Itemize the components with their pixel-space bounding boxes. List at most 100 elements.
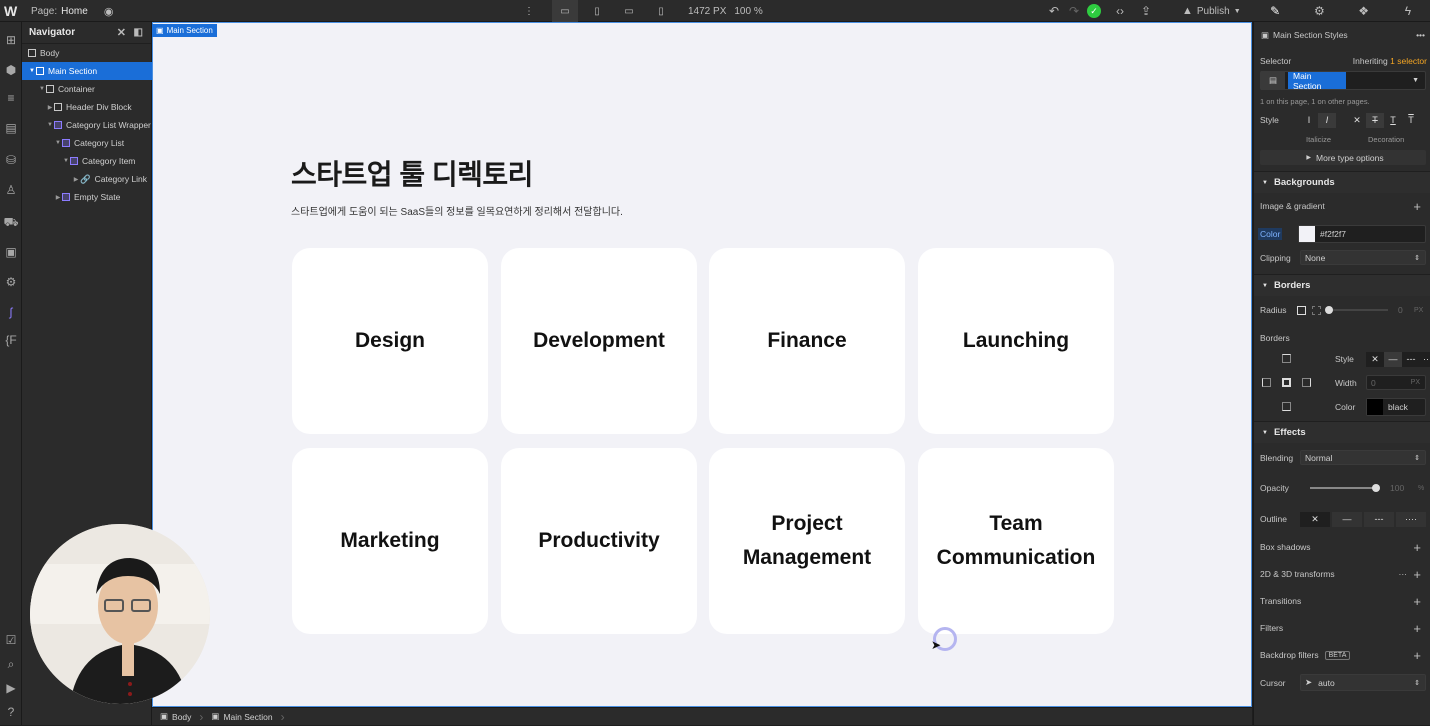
radius-slider-handle[interactable]	[1325, 306, 1333, 314]
category-card-launching[interactable]: Launching	[918, 248, 1114, 434]
caret-icon[interactable]: ▶	[54, 194, 62, 201]
brush-icon[interactable]: ✎	[1265, 2, 1285, 20]
opacity-value[interactable]: 100	[1390, 483, 1404, 493]
inheriting-info[interactable]: Inheriting 1 selector	[1353, 56, 1427, 66]
caret-icon[interactable]: ▶	[72, 176, 80, 183]
category-card-finance[interactable]: Finance	[709, 248, 905, 434]
caret-icon[interactable]: ▶	[46, 104, 54, 111]
more-icon[interactable]: ···	[1399, 569, 1408, 579]
opacity-slider-handle[interactable]	[1372, 484, 1380, 492]
selector-field[interactable]: ▤ Main Section ▼	[1260, 71, 1426, 91]
nav-item-category-link[interactable]: ▶ 🔗 Category Link	[22, 170, 152, 188]
border-dashed-icon[interactable]: ---	[1402, 352, 1420, 367]
color-swatch[interactable]	[1299, 226, 1315, 242]
users-icon[interactable]: ♙	[3, 182, 19, 198]
add-icon[interactable]: +	[1413, 648, 1421, 663]
bg-color-label[interactable]: Color	[1258, 228, 1283, 240]
webflow-logo[interactable]: W	[4, 0, 20, 22]
add-icon[interactable]: +	[1413, 594, 1421, 609]
add-icon[interactable]: +	[1413, 567, 1421, 582]
outline-dashed-icon[interactable]: ---	[1364, 511, 1394, 527]
caret-icon[interactable]: ▼	[62, 158, 70, 164]
breadcrumb-item-main-section[interactable]: ▣ Main Section	[203, 708, 280, 726]
nav-item-category-list[interactable]: ▼ Category List	[22, 134, 152, 152]
radius-slider[interactable]	[1326, 309, 1388, 311]
borders-section-header[interactable]: ▼ Borders	[1254, 274, 1430, 296]
more-type-options-button[interactable]: ▶ More type options	[1260, 150, 1426, 165]
underline-icon[interactable]: T	[1384, 113, 1402, 128]
undo-icon[interactable]: ↶	[1044, 2, 1064, 20]
chevron-down-icon[interactable]: ▼	[1412, 77, 1419, 84]
redo-icon[interactable]: ↷	[1064, 2, 1084, 20]
add-icon[interactable]: +	[1413, 199, 1421, 214]
publish-button[interactable]: ▲ Publish ▼	[1182, 0, 1241, 22]
selector-type-icon[interactable]: ▤	[1261, 71, 1285, 90]
border-solid-icon[interactable]: —	[1384, 351, 1402, 367]
overline-icon[interactable]: T	[1402, 113, 1420, 128]
italic-on-icon[interactable]: I	[1318, 112, 1336, 128]
gear-icon[interactable]: ⚙	[1309, 2, 1329, 20]
audit-icon[interactable]: ☑	[3, 632, 19, 648]
nav-item-header-div[interactable]: ▶ Header Div Block	[22, 98, 152, 116]
nav-item-container[interactable]: ▼ Container	[22, 80, 152, 98]
assets-icon[interactable]: ▣	[3, 244, 19, 260]
strikethrough-icon[interactable]: T	[1366, 112, 1384, 128]
more-vertical-icon[interactable]: ⋮	[524, 0, 534, 22]
navigator-icon[interactable]: ≡	[3, 90, 19, 106]
nav-item-category-list-wrapper[interactable]: ▼ Category List Wrapper	[22, 116, 152, 134]
category-card-marketing[interactable]: Marketing	[292, 448, 488, 634]
design-canvas[interactable]: 스타트업 툴 디렉토리 스타트업에게 도움이 되는 SaaS들의 정보를 일목요…	[152, 22, 1252, 707]
category-card-development[interactable]: Development	[501, 248, 697, 434]
code-icon[interactable]: ‹›	[1110, 2, 1130, 20]
add-icon[interactable]: +	[1413, 621, 1421, 636]
caret-icon[interactable]: ▼	[46, 122, 54, 128]
dock-icon[interactable]: ◧	[134, 27, 143, 38]
breadcrumb-item-body[interactable]: ▣ Body	[152, 708, 199, 726]
help-icon[interactable]: ?	[3, 704, 19, 720]
tablet-breakpoint-icon[interactable]: ▯	[584, 0, 610, 22]
outline-none-icon[interactable]: ✕	[1300, 511, 1330, 527]
outline-solid-icon[interactable]: —	[1332, 511, 1362, 527]
export-icon[interactable]: ⇪	[1136, 2, 1156, 20]
border-color-field[interactable]: black	[1366, 398, 1426, 416]
interactions-icon[interactable]: ❖	[1354, 2, 1374, 20]
settings-icon[interactable]: ⚙	[3, 274, 19, 290]
caret-icon[interactable]: ▼	[54, 140, 62, 146]
clipping-select[interactable]: None ⇕	[1300, 250, 1426, 265]
mobile-landscape-icon[interactable]: ▭	[616, 0, 642, 22]
decoration-none-icon[interactable]: ✕	[1348, 113, 1366, 128]
desktop-breakpoint-icon[interactable]: ▭	[552, 0, 578, 22]
search-icon[interactable]: ⌕	[3, 656, 19, 672]
blending-select[interactable]: Normal ⇕	[1300, 450, 1426, 465]
radius-unit[interactable]: PX	[1414, 307, 1423, 314]
check-status-icon[interactable]: ✓	[1084, 2, 1104, 20]
logic-icon[interactable]: ʃ	[3, 304, 19, 320]
border-none-icon[interactable]: ✕	[1366, 352, 1384, 367]
add-icon[interactable]: +	[1413, 540, 1421, 555]
radius-individual-icon[interactable]	[1312, 305, 1321, 315]
nav-item-category-item[interactable]: ▼ Category Item	[22, 152, 152, 170]
add-icon[interactable]: ⊞	[3, 32, 19, 48]
category-card-productivity[interactable]: Productivity	[501, 448, 697, 634]
nav-item-main-section[interactable]: ▼ Main Section	[22, 62, 152, 80]
effects-section-header[interactable]: ▼ Effects	[1254, 421, 1430, 443]
selector-chip[interactable]: Main Section	[1288, 71, 1346, 91]
radius-all-icon[interactable]	[1297, 305, 1306, 315]
page-selector[interactable]: Page: Home ◉	[31, 0, 113, 22]
outline-dotted-icon[interactable]: ····	[1396, 511, 1426, 527]
category-card-project-management[interactable]: Project Management	[709, 448, 905, 634]
eye-icon[interactable]: ◉	[104, 5, 114, 18]
category-card-design[interactable]: Design	[292, 248, 488, 434]
mobile-portrait-icon[interactable]: ▯	[648, 0, 674, 22]
caret-icon[interactable]: ▼	[28, 68, 36, 74]
border-width-input[interactable]: 0 PX	[1366, 375, 1426, 390]
category-card-team-communication[interactable]: Team Communication	[918, 448, 1114, 634]
lightning-icon[interactable]: ϟ	[1398, 2, 1418, 20]
fonts-icon[interactable]: {F	[3, 332, 19, 348]
video-icon[interactable]: ▶	[3, 680, 19, 696]
close-icon[interactable]: ✕	[117, 26, 126, 39]
color-swatch[interactable]	[1367, 399, 1383, 415]
caret-icon[interactable]: ▼	[38, 86, 46, 92]
border-dotted-icon[interactable]: ····	[1420, 352, 1430, 367]
more-icon[interactable]: •••	[1416, 30, 1425, 40]
